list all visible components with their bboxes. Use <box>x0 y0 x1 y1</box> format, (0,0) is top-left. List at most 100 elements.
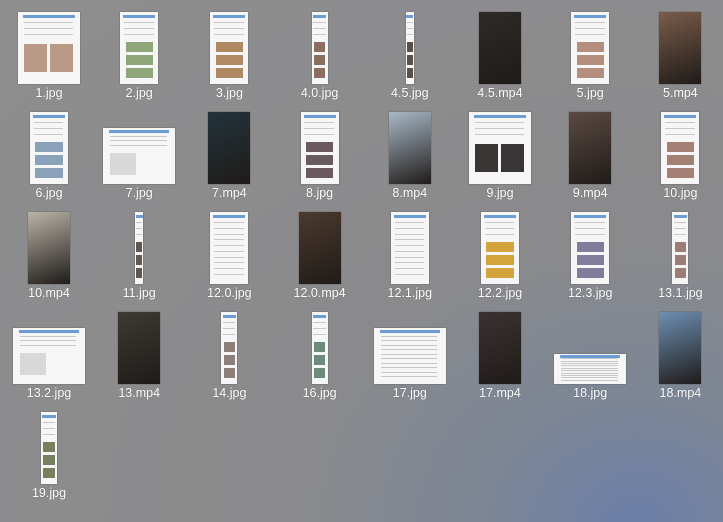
text-line <box>42 422 56 424</box>
file-thumbnail[interactable] <box>545 308 635 390</box>
video-thumbnail-image <box>298 212 341 284</box>
text-line <box>135 222 143 224</box>
text-line <box>214 33 244 35</box>
embedded-photo <box>486 255 514 266</box>
text-line <box>673 227 687 229</box>
text-line <box>380 376 438 378</box>
embedded-photo <box>215 55 244 66</box>
file-thumbnail[interactable] <box>635 8 723 90</box>
file-thumbnail[interactable] <box>4 308 94 390</box>
file-thumbnail[interactable] <box>455 308 545 390</box>
file-thumbnail[interactable] <box>4 8 94 90</box>
file-grid: 1.jpg 2.jpg 3.jpg 4.0.jpg 4.5.jpg 4.5.mp4 5.jp… <box>0 0 723 522</box>
file-thumbnail[interactable] <box>4 408 94 490</box>
image-thumbnail-image <box>221 312 238 384</box>
file-thumbnail[interactable] <box>275 108 365 190</box>
file-item[interactable]: 13.mp4 <box>94 308 184 408</box>
file-thumbnail[interactable] <box>275 208 365 290</box>
file-item[interactable]: 12.2.jpg <box>455 208 545 308</box>
file-thumbnail[interactable] <box>455 8 545 90</box>
file-thumbnail[interactable] <box>545 8 635 90</box>
file-item[interactable]: 11.jpg <box>94 208 184 308</box>
file-thumbnail[interactable] <box>4 108 94 190</box>
file-thumbnail[interactable] <box>545 108 635 190</box>
image-thumbnail-image <box>661 112 700 184</box>
file-item[interactable]: 17.jpg <box>365 308 455 408</box>
file-item[interactable]: 12.1.jpg <box>365 208 455 308</box>
text-line <box>574 222 605 224</box>
file-thumbnail[interactable] <box>455 208 545 290</box>
header-bar <box>664 114 697 118</box>
file-item[interactable]: 9.jpg <box>455 108 545 208</box>
file-item[interactable]: 8.jpg <box>275 108 365 208</box>
file-thumbnail[interactable] <box>94 8 184 90</box>
file-thumbnail[interactable] <box>365 8 455 90</box>
file-thumbnail[interactable] <box>94 308 184 390</box>
text-line <box>406 27 413 29</box>
file-item[interactable]: 4.5.mp4 <box>455 8 545 108</box>
embedded-photo <box>35 142 63 153</box>
file-item[interactable]: 6.jpg <box>4 108 94 208</box>
file-name-label: 5.mp4 <box>663 86 698 100</box>
file-item[interactable]: 1.jpg <box>4 8 94 108</box>
file-thumbnail[interactable] <box>275 8 365 90</box>
file-item[interactable]: 5.mp4 <box>635 8 723 108</box>
file-thumbnail[interactable] <box>4 208 94 290</box>
file-item[interactable]: 16.jpg <box>275 308 365 408</box>
file-item[interactable]: 17.mp4 <box>455 308 545 408</box>
file-thumbnail[interactable] <box>94 208 184 290</box>
text-line <box>475 127 524 129</box>
text-line <box>313 327 326 329</box>
file-thumbnail[interactable] <box>184 108 274 190</box>
image-thumbnail-image <box>120 12 159 84</box>
file-item[interactable]: 2.jpg <box>94 8 184 108</box>
file-item[interactable]: 8.mp4 <box>365 108 455 208</box>
embedded-photo <box>223 342 236 353</box>
file-item[interactable]: 12.0.mp4 <box>275 208 365 308</box>
file-item[interactable]: 4.5.jpg <box>365 8 455 108</box>
text-line <box>380 335 438 337</box>
file-thumbnail[interactable] <box>184 208 274 290</box>
file-item[interactable]: 18.jpg <box>545 308 635 408</box>
file-thumbnail[interactable] <box>455 108 545 190</box>
file-item[interactable]: 14.jpg <box>184 308 274 408</box>
file-item[interactable]: 7.jpg <box>94 108 184 208</box>
file-thumbnail[interactable] <box>635 308 723 390</box>
file-thumbnail[interactable] <box>184 308 274 390</box>
file-thumbnail[interactable] <box>365 108 455 190</box>
text-line <box>394 256 425 258</box>
text-line <box>123 33 154 35</box>
file-item[interactable]: 4.0.jpg <box>275 8 365 108</box>
file-thumbnail[interactable] <box>184 8 274 90</box>
file-item[interactable]: 18.mp4 <box>635 308 723 408</box>
file-thumbnail[interactable] <box>545 208 635 290</box>
text-line <box>110 144 167 146</box>
header-bar <box>574 214 607 218</box>
text-line <box>406 22 413 24</box>
embedded-photo <box>406 42 413 53</box>
file-item[interactable]: 12.3.jpg <box>545 208 635 308</box>
embedded-photo <box>576 268 604 279</box>
text-line <box>673 222 687 224</box>
file-item[interactable]: 12.0.jpg <box>184 208 274 308</box>
file-thumbnail[interactable] <box>94 108 184 190</box>
file-thumbnail[interactable] <box>635 108 723 190</box>
text-line <box>214 27 244 29</box>
embedded-photo <box>501 143 524 173</box>
image-thumbnail-image <box>30 112 68 184</box>
text-line <box>33 127 64 129</box>
file-item[interactable]: 7.mp4 <box>184 108 274 208</box>
file-item[interactable]: 3.jpg <box>184 8 274 108</box>
file-item[interactable]: 10.mp4 <box>4 208 94 308</box>
file-thumbnail[interactable] <box>365 208 455 290</box>
file-item[interactable]: 19.jpg <box>4 408 94 508</box>
file-item[interactable]: 10.jpg <box>635 108 723 208</box>
file-item[interactable]: 13.2.jpg <box>4 308 94 408</box>
file-item[interactable]: 9.mp4 <box>545 108 635 208</box>
text-line <box>484 227 515 229</box>
file-thumbnail[interactable] <box>275 308 365 390</box>
file-item[interactable]: 5.jpg <box>545 8 635 108</box>
file-thumbnail[interactable] <box>365 308 455 390</box>
file-thumbnail[interactable] <box>635 208 723 290</box>
file-item[interactable]: 13.1.jpg <box>635 208 723 308</box>
